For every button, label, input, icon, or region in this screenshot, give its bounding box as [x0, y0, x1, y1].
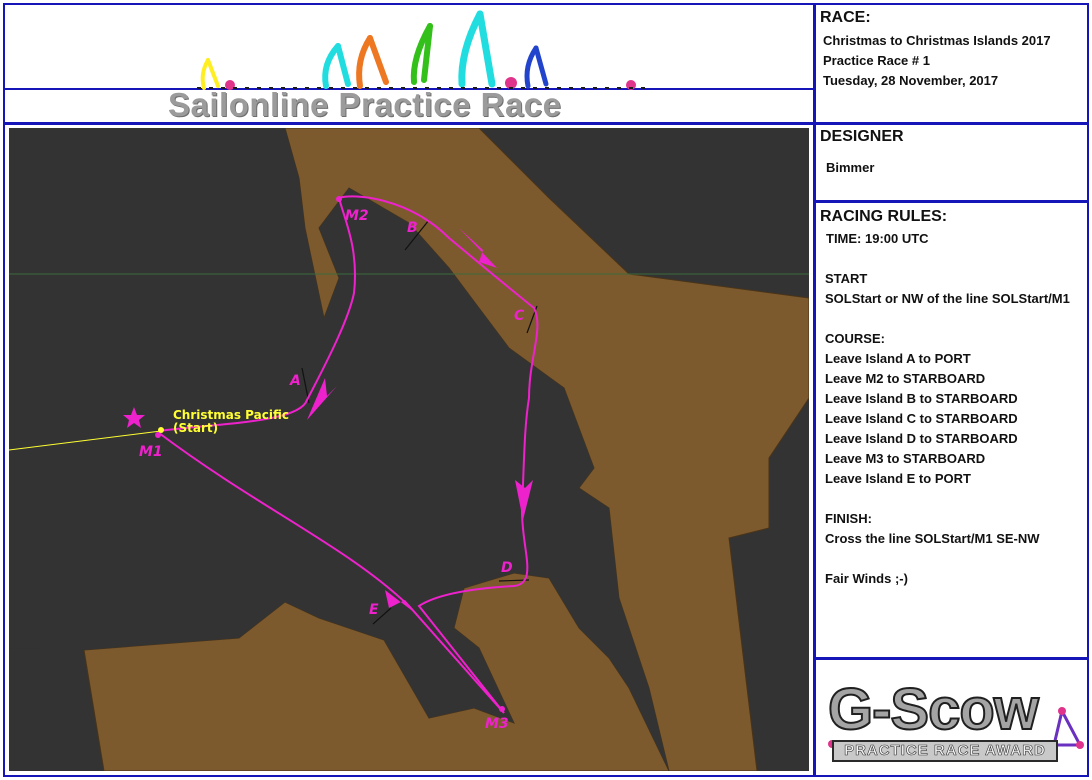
- mark-label-m3: M3: [485, 716, 509, 732]
- rules-closing: Fair Winds ;-): [825, 571, 908, 586]
- start-label-1: Christmas Pacific: [173, 408, 289, 422]
- rules-heading: RACING RULES:: [820, 208, 948, 225]
- mark-label-d: D: [501, 560, 513, 576]
- rules-course-item: Leave M2 to STARBOARD: [825, 371, 986, 386]
- designer-heading: DESIGNER: [820, 128, 904, 145]
- rules-course-item: Leave M3 to STARBOARD: [825, 451, 986, 466]
- rules-finish-heading: FINISH:: [825, 511, 872, 526]
- m1-dot: [155, 432, 161, 438]
- banner-title: Sailonline Practice Race: [168, 86, 562, 123]
- m2-dot: [336, 196, 342, 202]
- rules-course-item: Leave Island E to PORT: [825, 471, 971, 486]
- start-point: [158, 427, 164, 433]
- designer-name: Bimmer: [826, 160, 875, 175]
- rules-divider: [814, 657, 1089, 660]
- rules-finish-text: Cross the line SOLStart/M1 SE-NW: [825, 531, 1040, 546]
- mark-label-m2: M2: [345, 208, 369, 224]
- mark-label-c: C: [514, 308, 525, 324]
- m3-dot: [499, 706, 505, 712]
- race-name: Christmas to Christmas Islands 2017: [823, 33, 1051, 48]
- rules-course-item: Leave Island B to STARBOARD: [825, 391, 1018, 406]
- mark-label-m1: M1: [139, 444, 163, 460]
- race-number: Practice Race # 1: [823, 53, 930, 68]
- rules-course-item: Leave Island D to STARBOARD: [825, 431, 1018, 446]
- rules-start-text: SOLStart or NW of the line SOLStart/M1: [825, 291, 1070, 306]
- mark-label-a: A: [289, 373, 301, 389]
- mark-label-b: B: [407, 220, 418, 236]
- rules-course-item: Leave Island C to STARBOARD: [825, 411, 1018, 426]
- race-divider: [814, 122, 1089, 125]
- start-label-2: (Start): [173, 421, 218, 435]
- award-title: G-Scow: [827, 676, 1040, 743]
- panel-divider: [813, 3, 816, 777]
- designer-divider: [814, 200, 1089, 203]
- mark-label-e: E: [369, 602, 379, 618]
- rules-time: TIME: 19:00 UTC: [826, 231, 929, 246]
- rules-course-heading: COURSE:: [825, 331, 885, 346]
- rules-start-heading: START: [825, 271, 868, 286]
- race-date: Tuesday, 28 November, 2017: [823, 73, 999, 88]
- rules-course-item: Leave Island A to PORT: [825, 351, 971, 366]
- race-heading: RACE:: [820, 9, 871, 26]
- award-subtitle: PRACTICE RACE AWARD: [832, 740, 1058, 762]
- map-canvas: Christmas Pacific (Start) M1 M2 M3 A B C…: [8, 127, 810, 772]
- sails-logo: [190, 10, 645, 90]
- race-map: Christmas Pacific (Start) M1 M2 M3 A B C…: [8, 127, 810, 772]
